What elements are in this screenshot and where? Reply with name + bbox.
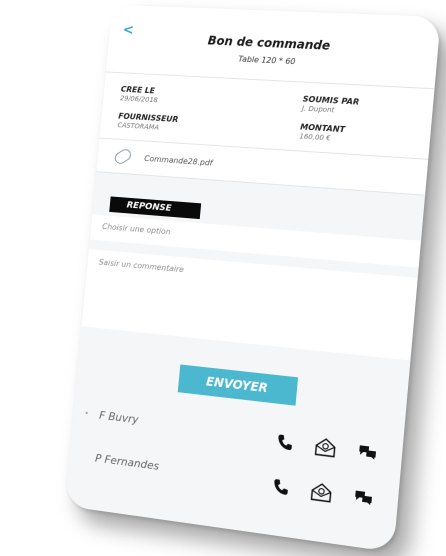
contact-actions	[276, 432, 377, 463]
mail-icon[interactable]	[314, 437, 336, 458]
chat-icon[interactable]	[354, 489, 374, 506]
phone-screen: < Bon de commande Table 120 * 60 CREE LE…	[64, 4, 441, 553]
contact-actions	[272, 477, 373, 509]
chat-icon[interactable]	[358, 444, 378, 461]
comment-field[interactable]: Saisir un commentaire	[81, 249, 418, 361]
contacts-list: • F Buvry P Fernandes	[66, 380, 405, 532]
contact-name: P Fernandes	[94, 451, 160, 473]
phone-icon[interactable]	[276, 433, 294, 451]
response-label: REPONSE	[109, 196, 201, 220]
attachment-file-name[interactable]: Commande28.pdf	[144, 154, 213, 167]
created-field: CREE LE 29/06/2018	[120, 85, 264, 110]
submitted-field: SOUMIS PAR J. Dupont	[262, 92, 415, 118]
amount-field: MONTANT 160,00 €	[260, 120, 413, 147]
contact-name: F Buvry	[98, 408, 140, 427]
paperclip-icon[interactable]	[112, 147, 133, 166]
mail-icon[interactable]	[310, 482, 332, 503]
phone-icon[interactable]	[272, 478, 290, 496]
supplier-field: FOURNISSEUR CASTORAMA	[117, 112, 261, 138]
contact-bullet: •	[83, 408, 90, 419]
